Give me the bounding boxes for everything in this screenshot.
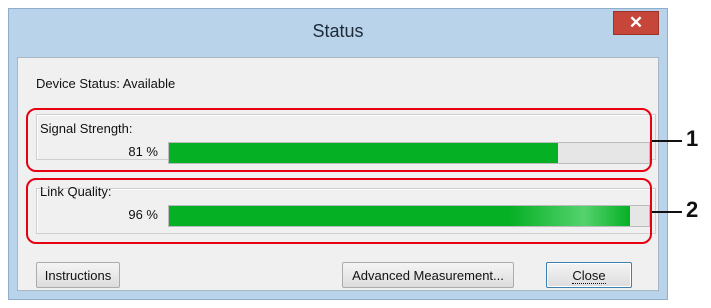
callout-number-1: 1 <box>686 126 699 151</box>
callout-line-2 <box>652 211 682 213</box>
close-button[interactable]: Close <box>546 262 632 288</box>
device-status-text: Device Status: Available <box>36 76 176 91</box>
callout-number-2: 2 <box>686 197 699 222</box>
window-title: Status <box>312 21 364 41</box>
advanced-measurement-button[interactable]: Advanced Measurement... <box>342 262 514 288</box>
close-icon: ✕ <box>628 13 644 32</box>
callout-line-1 <box>652 140 682 142</box>
close-button-label: Close <box>572 267 606 284</box>
instructions-button[interactable]: Instructions <box>36 262 120 288</box>
window-close-button[interactable]: ✕ <box>613 11 659 35</box>
title-bar: Status ✕ <box>9 9 667 57</box>
dialog-client-area: Device Status: Available Signal Strength… <box>17 57 659 291</box>
callout-box-1 <box>26 108 652 172</box>
callout-box-2 <box>26 178 652 244</box>
